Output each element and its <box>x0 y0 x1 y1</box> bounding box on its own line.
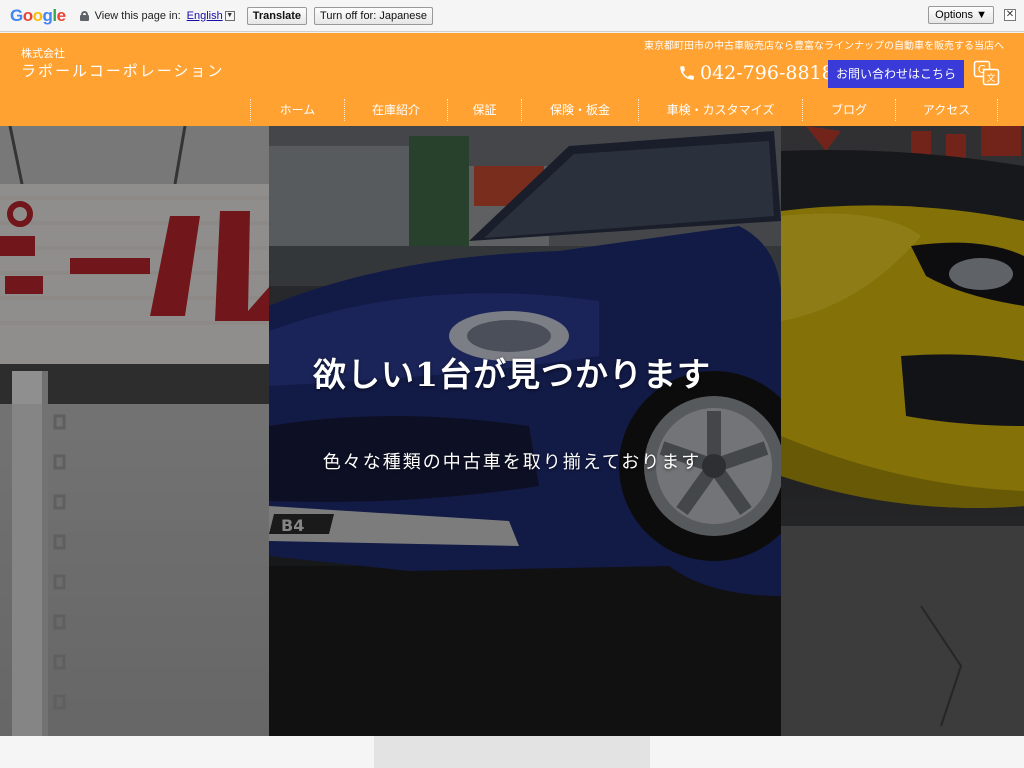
lock-icon <box>79 10 89 21</box>
google-logo: Google <box>10 5 66 25</box>
nav-inventory[interactable]: 在庫紹介 <box>344 99 447 121</box>
svg-text:文: 文 <box>986 72 995 84</box>
hero-overlay <box>0 126 1024 736</box>
options-button[interactable]: Options ▼ <box>928 6 994 24</box>
nav-warranty[interactable]: 保証 <box>447 99 521 121</box>
hero-title: 欲しい1台が見つかります <box>313 355 711 394</box>
content-block <box>374 736 650 768</box>
main-nav: ホーム 在庫紹介 保証 保険・板金 車検・カスタマイズ ブログ アクセス <box>250 99 998 121</box>
company-prefix: 株式会社 <box>21 47 65 60</box>
language-select[interactable]: English <box>187 10 223 22</box>
close-icon[interactable]: ✕ <box>1004 9 1016 21</box>
hero-subtitle: 色々な種類の中古車を取り揃えております <box>322 452 702 473</box>
nav-insurance[interactable]: 保険・板金 <box>521 99 638 121</box>
translate-icon[interactable]: G 文 <box>973 60 1000 87</box>
language-dropdown-icon[interactable]: ▼ <box>224 10 235 21</box>
hero-slideshow: B4 欲しい1台が見つかります 色々な種類の中古車を取り揃えております <box>0 126 1024 736</box>
phone-icon <box>680 66 694 80</box>
nav-home[interactable]: ホーム <box>250 99 344 121</box>
contact-button[interactable]: お問い合わせはこちら <box>828 60 964 88</box>
turn-off-button[interactable]: Turn off for: Japanese <box>314 6 434 25</box>
view-page-in-label: View this page in: <box>94 9 181 22</box>
nav-access[interactable]: アクセス <box>895 99 998 121</box>
phone-number-link[interactable]: 042-796-8818 <box>678 62 834 84</box>
nav-blog[interactable]: ブログ <box>802 99 895 121</box>
site-header: 株式会社 ラポールコーポレーション 東京都町田市の中古車販売店なら豊富なラインナ… <box>0 33 1024 126</box>
phone-number: 042-796-8818 <box>700 62 834 84</box>
google-translate-bar: Google View this page in: English ▼ Tran… <box>0 0 1024 32</box>
content-strip <box>0 736 1024 768</box>
translate-button[interactable]: Translate <box>246 6 308 25</box>
company-logo-name[interactable]: ラポールコーポレーション <box>21 60 224 81</box>
nav-inspection[interactable]: 車検・カスタマイズ <box>638 99 802 121</box>
header-tagline: 東京都町田市の中古車販売店なら豊富なラインナップの自動車を販売する当店へ <box>644 41 1004 52</box>
